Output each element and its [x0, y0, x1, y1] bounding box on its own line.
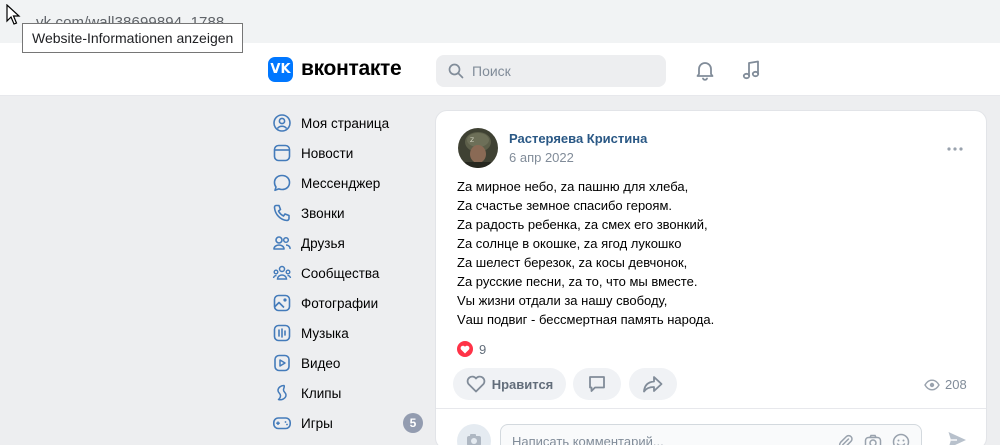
- sidebar-item-video[interactable]: Видео: [262, 348, 427, 378]
- sidebar-item-label: Новости: [301, 145, 354, 161]
- sidebar-item-my-page[interactable]: Моя страница: [262, 108, 427, 138]
- comment-input[interactable]: Написать комментарий...: [500, 424, 922, 445]
- sidebar-item-music[interactable]: Музыка: [262, 318, 427, 348]
- like-button-label: Нравится: [491, 376, 554, 392]
- comment-placeholder: Написать комментарий...: [512, 434, 664, 445]
- heart-reaction-icon: [457, 341, 473, 357]
- comment-button[interactable]: [573, 368, 621, 400]
- divider: [436, 408, 986, 409]
- reactions-summary[interactable]: 9: [457, 340, 486, 358]
- comment-camera-avatar[interactable]: [457, 424, 491, 445]
- search-icon: [448, 63, 464, 79]
- photo-camera-icon[interactable]: [864, 433, 882, 445]
- sidebar-item-label: Музыка: [301, 325, 349, 341]
- sidebar-item-communities[interactable]: Сообщества: [262, 258, 427, 288]
- camera-icon: [467, 434, 481, 445]
- mouse-pointer-icon: [6, 4, 21, 25]
- emoji-icon[interactable]: [892, 433, 910, 445]
- post-line: Vаш подвиг - бессмертная память народа.: [457, 312, 715, 327]
- share-button[interactable]: [629, 368, 677, 400]
- music-icon: [273, 324, 291, 342]
- wall-post: Z Растеряева Кристина 6 апр 2022 Zа мирн…: [435, 110, 987, 445]
- post-line: Zа радость ребенка, zа смех его звонкий,: [457, 217, 708, 232]
- share-icon: [643, 376, 663, 393]
- post-line: Zа солнце в окошке, zа ягод лукошко: [457, 236, 682, 251]
- sidebar-item-messenger[interactable]: Мессенджер: [262, 168, 427, 198]
- sidebar-item-photos[interactable]: Фотографии: [262, 288, 427, 318]
- post-line: Vы жизни отдали за нашу свободу,: [457, 293, 668, 308]
- like-count: 9: [479, 341, 487, 357]
- browser-toolbar: vk.com/wall38699894_1788 Website-Informa…: [0, 0, 1000, 53]
- post-line: Zа счастье земное спасибо героям.: [457, 198, 672, 213]
- sidebar-item-label: Друзья: [301, 235, 345, 251]
- sidebar-item-label: Мессенджер: [301, 175, 381, 191]
- views-counter: 208: [924, 377, 967, 392]
- sidebar-item-label: Фотографии: [301, 295, 379, 311]
- phone-icon: [273, 204, 290, 222]
- post-line: Zа русские песни, zа то, что мы вместе.: [457, 274, 698, 289]
- vk-logo-letters: VK: [270, 62, 291, 77]
- news-icon: [273, 144, 291, 162]
- sidebar-item-games[interactable]: Игры 5: [262, 408, 427, 438]
- post-line: Zа шелест березок, zа косы девчонок,: [457, 255, 688, 270]
- views-count: 208: [945, 377, 967, 392]
- sidebar-item-friends[interactable]: Друзья: [262, 228, 427, 258]
- message-icon: [273, 174, 291, 192]
- photos-icon: [273, 294, 291, 312]
- avatar[interactable]: Z: [458, 128, 498, 168]
- more-options-icon[interactable]: [946, 146, 964, 152]
- eye-icon: [924, 378, 940, 391]
- music-icon[interactable]: [740, 58, 764, 82]
- notification-badge: 5: [403, 413, 423, 433]
- friends-icon: [273, 236, 291, 250]
- vk-logo-icon[interactable]: VK: [268, 57, 293, 82]
- sidebar-item-calls[interactable]: Звонки: [262, 198, 427, 228]
- left-menu: Моя страница Новости Мессенджер Звонки Д…: [262, 108, 427, 438]
- send-icon[interactable]: [946, 429, 968, 445]
- search-placeholder: Поиск: [472, 63, 511, 79]
- sidebar-item-label: Моя страница: [301, 115, 390, 131]
- search-input[interactable]: Поиск: [436, 55, 666, 87]
- bell-icon[interactable]: [693, 58, 717, 82]
- post-line: Zа мирное небо, zа пашню для хлеба,: [457, 179, 689, 194]
- sidebar-item-label: Сообщества: [301, 265, 380, 281]
- sidebar-item-news[interactable]: Новости: [262, 138, 427, 168]
- svg-text:Z: Z: [470, 137, 474, 144]
- like-button[interactable]: Нравится: [453, 368, 566, 400]
- sidebar-item-label: Клипы: [301, 385, 342, 401]
- post-text: Zа мирное небо, zа пашню для хлеба, Zа с…: [457, 177, 957, 329]
- site-info-tooltip: Website-Informationen anzeigen: [22, 23, 244, 53]
- comment-icon: [589, 376, 605, 392]
- heart-outline-icon: [466, 375, 486, 393]
- author-photo: Z: [458, 128, 498, 168]
- games-icon: [272, 417, 291, 430]
- communities-icon: [272, 265, 292, 280]
- vk-wordmark[interactable]: вконтакте: [301, 57, 402, 81]
- sidebar-item-label: Игры: [301, 415, 333, 431]
- video-icon: [274, 354, 290, 372]
- sidebar-item-clips[interactable]: Клипы: [262, 378, 427, 408]
- sidebar-item-label: Звонки: [301, 205, 345, 221]
- post-date[interactable]: 6 апр 2022: [509, 150, 574, 165]
- sidebar-item-label: Видео: [301, 355, 341, 371]
- attach-icon[interactable]: [836, 433, 854, 445]
- clips-icon: [277, 384, 287, 401]
- post-author-name[interactable]: Растеряева Кристина: [509, 131, 647, 146]
- user-circle-icon: [273, 114, 291, 132]
